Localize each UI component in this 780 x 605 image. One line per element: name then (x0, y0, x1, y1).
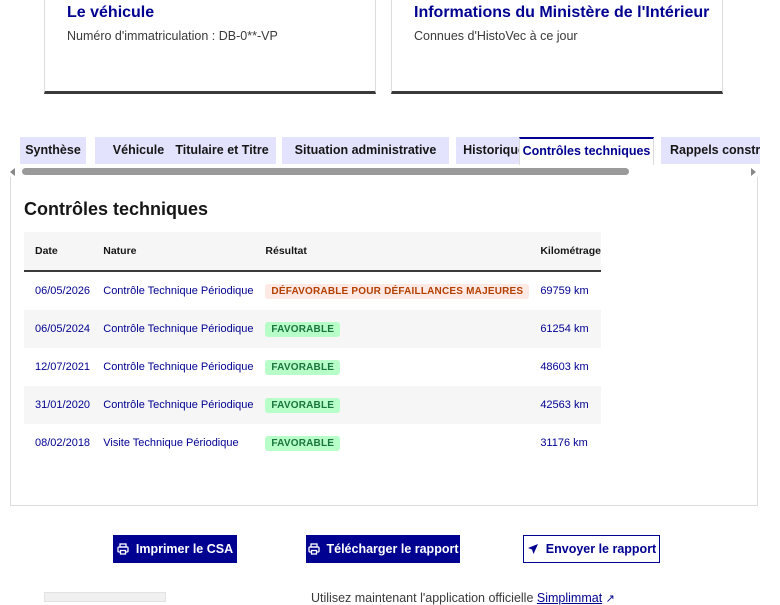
table-row: 06/05/2024 Contrôle Technique Périodique… (24, 310, 601, 348)
row-nature: Contrôle Technique Périodique (92, 386, 255, 424)
scroll-right-arrow-icon[interactable] (751, 168, 756, 176)
tab-titulaire-titre[interactable]: Titulaire et Titre (168, 137, 276, 164)
table-row: 12/07/2021 Contrôle Technique Périodique… (24, 348, 601, 386)
header-nature: Nature (92, 232, 255, 272)
table-row: 08/02/2018 Visite Technique Périodique F… (24, 424, 601, 462)
simplimmat-link[interactable]: Simplimmat (537, 591, 602, 605)
row-nature: Contrôle Technique Périodique (103, 285, 254, 297)
printer-icon (307, 543, 320, 555)
status-badge: FAVORABLE (265, 397, 341, 413)
status-badge: FAVORABLE (265, 321, 341, 337)
header-result: Résultat (254, 232, 530, 272)
row-mileage: 69759 km (540, 285, 589, 297)
status-badge: FAVORABLE (265, 435, 341, 451)
header-date: Date (24, 232, 93, 272)
ministry-card-subtitle: Connues d'HistoVec à ce jour (414, 29, 578, 43)
table-header-row: Date Nature Résultat Kilométrage (24, 232, 601, 272)
scroll-left-arrow-icon[interactable] (10, 168, 15, 176)
row-date: 12/07/2021 (35, 361, 91, 373)
row-date: 06/05/2026 (35, 285, 91, 297)
table-row: 31/01/2020 Contrôle Technique Périodique… (24, 386, 601, 424)
status-badge: FAVORABLE (265, 359, 341, 375)
row-mileage: 42563 km (529, 386, 601, 424)
vehicle-card-title: Le véhicule (67, 4, 155, 21)
row-date: 06/05/2024 (24, 310, 93, 348)
status-badge: DÉFAVORABLE POUR DÉFAILLANCES MAJEURES (265, 283, 530, 299)
print-csa-label: Imprimer le CSA (135, 542, 234, 556)
send-report-button[interactable]: Envoyer le rapport (523, 535, 660, 563)
row-date: 31/01/2020 (24, 386, 93, 424)
section-title: Contrôles techniques (24, 199, 209, 219)
app-promo-label: Utilisez maintenant l'application offici… (311, 591, 537, 605)
inspection-table: Date Nature Résultat Kilométrage 06/05/2… (24, 232, 601, 462)
tab-panel-controles: Contrôles techniques Date Nature Résulta… (10, 177, 758, 506)
row-nature: Visite Technique Périodique (103, 437, 239, 449)
tab-bar: Synthèse Véhicule Titulaire et Titre Sit… (20, 137, 760, 165)
send-report-label: Envoyer le rapport (545, 542, 657, 556)
registration-number: Numéro d'immatriculation : DB-0**-VP (67, 29, 278, 43)
row-nature: Contrôle Technique Périodique (103, 361, 254, 373)
send-icon (527, 544, 538, 554)
table-row: 06/05/2026 Contrôle Technique Périodique… (24, 271, 601, 310)
row-mileage: 48603 km (540, 361, 589, 373)
external-link-icon: ↗ (605, 593, 615, 605)
tab-rappels-constructeur[interactable]: Rappels constructeur (661, 137, 760, 164)
tabs-scrollbar[interactable] (10, 167, 758, 177)
header-mileage: Kilométrage (529, 232, 601, 272)
row-mileage: 61254 km (529, 310, 601, 348)
download-report-button[interactable]: Télécharger le rapport (306, 535, 460, 563)
row-nature: Contrôle Technique Périodique (92, 310, 255, 348)
row-mileage: 31176 km (540, 437, 588, 449)
print-csa-button[interactable]: Imprimer le CSA (113, 535, 237, 563)
app-promo-text: Utilisez maintenant l'application offici… (311, 591, 615, 605)
vehicle-card: Le véhicule Numéro d'immatriculation : D… (44, 0, 376, 94)
tab-synthese[interactable]: Synthèse (20, 137, 86, 164)
row-date: 08/02/2018 (35, 437, 91, 449)
app-preview-image (44, 592, 166, 602)
ministry-card-title: Informations du Ministère de l'Intérieur (414, 4, 710, 21)
scroll-thumb[interactable] (22, 168, 629, 175)
tab-controles-techniques[interactable]: Contrôles techniques (519, 137, 654, 165)
printer-icon (117, 543, 129, 555)
download-report-label: Télécharger le rapport (326, 542, 459, 556)
ministry-card: Informations du Ministère de l'Intérieur… (391, 0, 723, 94)
tab-situation-administrative[interactable]: Situation administrative (282, 137, 449, 164)
